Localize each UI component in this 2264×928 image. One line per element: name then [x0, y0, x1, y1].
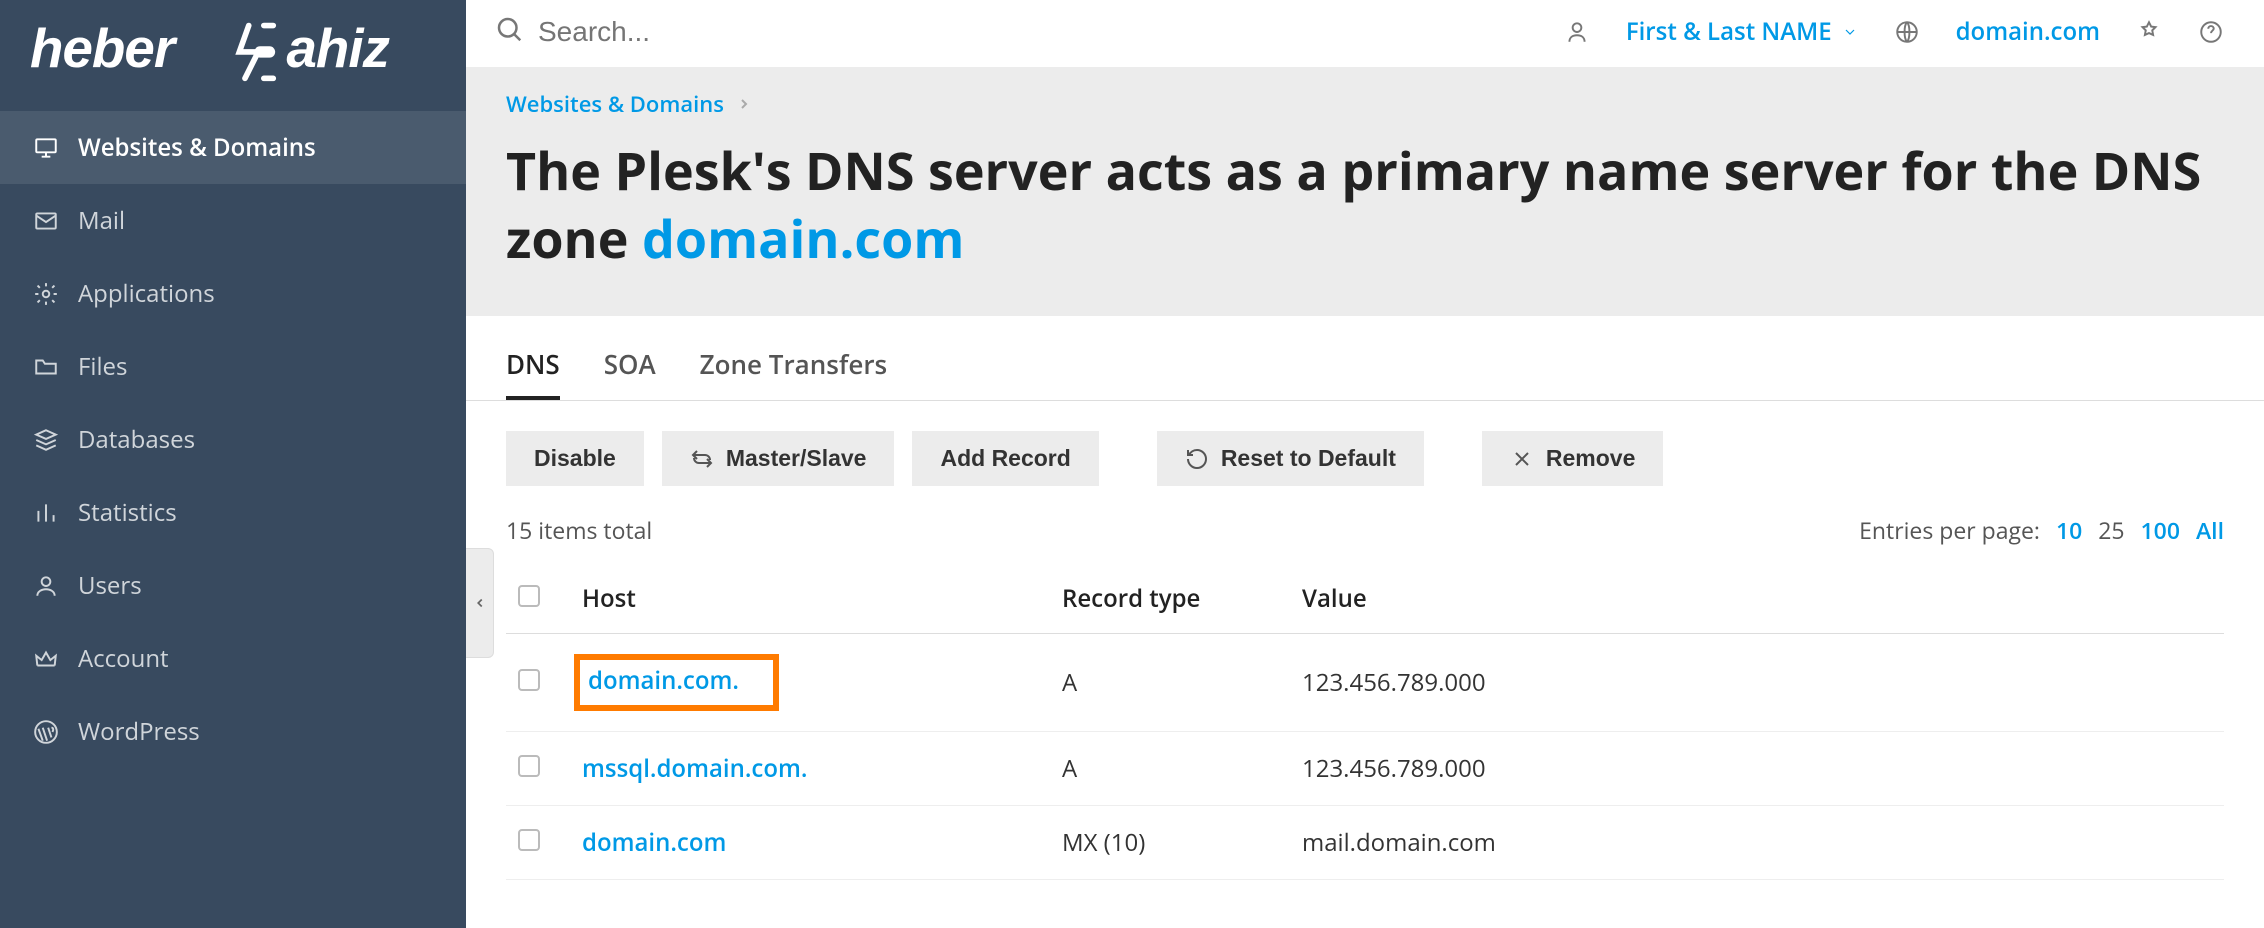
page-title-domain: domain.com [642, 203, 964, 274]
bar-chart-icon [32, 499, 60, 527]
host-link[interactable]: domain.com [582, 826, 726, 859]
sidebar-item-label: Applications [78, 277, 215, 310]
swap-icon [690, 447, 714, 471]
breadcrumb: Websites & Domains [506, 89, 2224, 119]
remove-button[interactable]: Remove [1482, 431, 1663, 486]
sidebar-item-users[interactable]: Users [0, 549, 466, 622]
topbar: First & Last NAME domain.com [466, 0, 2264, 67]
search-wrap [494, 14, 1540, 49]
monitor-icon [32, 134, 60, 162]
sidebar-item-label: Databases [78, 423, 195, 456]
search-icon [494, 14, 524, 49]
col-header-type[interactable]: Record type [1050, 564, 1290, 634]
host-link[interactable]: mssql.domain.com. [582, 752, 807, 785]
domain-link[interactable]: domain.com [1956, 15, 2100, 48]
row-checkbox[interactable] [518, 755, 540, 777]
svg-text:ahiz: ahiz [286, 18, 389, 79]
wordpress-icon [32, 718, 60, 746]
tab-soa[interactable]: SOA [604, 346, 656, 400]
pager-10[interactable]: 10 [2056, 514, 2082, 546]
record-value: mail.domain.com [1290, 806, 2224, 880]
pager: Entries per page: 10 25 100 All [1849, 514, 2224, 546]
sidebar-item-label: Statistics [78, 496, 177, 529]
sidebar-item-databases[interactable]: Databases [0, 403, 466, 476]
pager-25[interactable]: 25 [2098, 514, 2124, 546]
extensions-icon[interactable] [2136, 19, 2162, 45]
tabs: DNS SOA Zone Transfers [466, 316, 2264, 401]
dns-records-table: Host Record type Value domain.com. A 123… [506, 564, 2224, 880]
brand-logo: heber ahiz [0, 0, 466, 111]
page-title: The Plesk's DNS server acts as a primary… [506, 137, 2224, 272]
topbar-right: First & Last NAME domain.com [1564, 15, 2224, 48]
sidebar-item-files[interactable]: Files [0, 330, 466, 403]
sidebar-item-label: Mail [78, 204, 125, 237]
envelope-icon [32, 207, 60, 235]
gear-icon [32, 280, 60, 308]
sidebar-item-applications[interactable]: Applications [0, 257, 466, 330]
table-row: domain.com. A 123.456.789.000 [506, 634, 2224, 732]
sidebar-item-mail[interactable]: Mail [0, 184, 466, 257]
search-input[interactable] [538, 16, 1540, 48]
tab-zone-transfers[interactable]: Zone Transfers [700, 346, 888, 400]
sidebar-item-label: WordPress [78, 715, 200, 748]
sidebar-item-account[interactable]: Account [0, 622, 466, 695]
row-checkbox[interactable] [518, 829, 540, 851]
user-name: First & Last NAME [1626, 15, 1832, 48]
meta-row: 15 items total Entries per page: 10 25 1… [466, 506, 2264, 564]
sidebar: heber ahiz Websites & Domains Mail Appli… [0, 0, 466, 928]
help-icon[interactable] [2198, 19, 2224, 45]
sidebar-item-label: Account [78, 642, 169, 675]
crown-icon [32, 645, 60, 673]
user-icon [32, 572, 60, 600]
items-total: 15 items total [506, 514, 652, 546]
sidebar-item-label: Files [78, 350, 127, 383]
col-header-value[interactable]: Value [1290, 564, 2224, 634]
pager-all[interactable]: All [2196, 514, 2224, 546]
record-type: A [1050, 634, 1290, 732]
sidebar-item-wordpress[interactable]: WordPress [0, 695, 466, 768]
sidebar-item-label: Websites & Domains [78, 131, 316, 164]
breadcrumb-root[interactable]: Websites & Domains [506, 89, 724, 119]
sidebar-collapse-handle[interactable] [466, 548, 494, 658]
host-link[interactable]: domain.com. [574, 654, 779, 711]
folder-icon [32, 353, 60, 381]
layers-icon [32, 426, 60, 454]
pager-100[interactable]: 100 [2141, 514, 2180, 546]
user-icon [1564, 19, 1590, 45]
chevron-down-icon [1842, 24, 1858, 40]
disable-button[interactable]: Disable [506, 431, 644, 486]
action-bar: Disable Master/Slave Add Record Reset to… [466, 401, 2264, 506]
reset-icon [1185, 447, 1209, 471]
sidebar-item-label: Users [78, 569, 142, 602]
sidebar-item-websites-domains[interactable]: Websites & Domains [0, 111, 466, 184]
table-row: mssql.domain.com. A 123.456.789.000 [506, 732, 2224, 806]
col-header-host[interactable]: Host [570, 564, 1050, 634]
table-row: domain.com MX (10) mail.domain.com [506, 806, 2224, 880]
user-menu[interactable]: First & Last NAME [1626, 15, 1858, 48]
entries-label: Entries per page: [1859, 514, 2040, 546]
row-checkbox[interactable] [518, 669, 540, 691]
master-slave-button[interactable]: Master/Slave [662, 431, 895, 486]
select-all-checkbox[interactable] [518, 585, 540, 607]
tab-dns[interactable]: DNS [506, 346, 560, 400]
chevron-right-icon [736, 96, 752, 112]
globe-icon [1894, 19, 1920, 45]
sidebar-item-statistics[interactable]: Statistics [0, 476, 466, 549]
record-value: 123.456.789.000 [1290, 634, 2224, 732]
record-type: A [1050, 732, 1290, 806]
close-icon [1510, 447, 1534, 471]
record-type: MX (10) [1050, 806, 1290, 880]
add-record-button[interactable]: Add Record [912, 431, 1098, 486]
main-content: First & Last NAME domain.com Websites & … [466, 0, 2264, 928]
svg-text:heber: heber [30, 18, 178, 79]
header-block: Websites & Domains The Plesk's DNS serve… [466, 67, 2264, 316]
record-value: 123.456.789.000 [1290, 732, 2224, 806]
reset-default-button[interactable]: Reset to Default [1157, 431, 1424, 486]
